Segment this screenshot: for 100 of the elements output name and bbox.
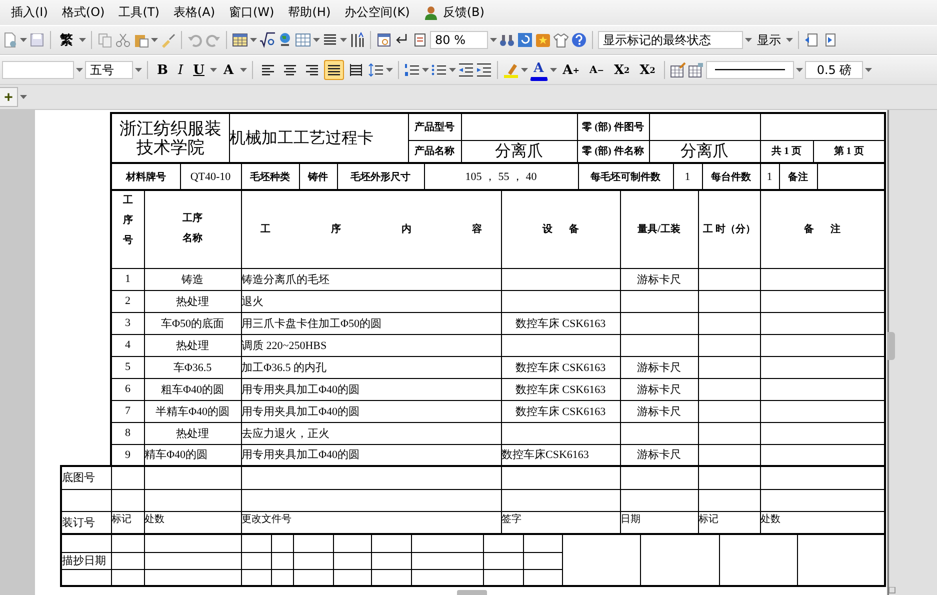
caret-icon[interactable] [210,68,218,72]
caret-icon[interactable] [422,68,429,72]
menu-item[interactable]: 工具(T) [112,4,166,21]
caret-icon[interactable] [448,68,456,72]
markup-view-dropdown[interactable]: 显示标记的最终状态 [598,31,743,49]
help-icon[interactable] [571,32,587,48]
table-cell: 用专用夹具加工Φ40的圆 [241,400,501,422]
menu-item[interactable]: 反馈(B) [416,4,492,21]
shirt-icon[interactable] [553,32,569,48]
menu-item[interactable]: 插入(I) [4,4,55,21]
align-left-icon [262,64,274,76]
formula-icon[interactable] [259,32,275,48]
caret-icon[interactable] [865,68,872,72]
table-erase-icon[interactable] [688,62,704,78]
table-cell: 签字 [501,511,620,534]
paste-icon[interactable] [133,32,149,48]
highlighter-icon[interactable] [502,62,519,78]
menu-item[interactable]: 办公空间(K) [338,4,417,21]
line-spacing-icon[interactable] [368,62,384,78]
page-icon[interactable] [412,32,428,48]
caret-icon[interactable] [520,68,528,72]
table-cell: 底图号 [61,466,111,489]
table-cell: 用专用夹具加工Φ40的圆 [241,444,501,466]
menu-item[interactable]: 帮助(H) [281,4,338,21]
column-header: 设 备 [501,190,620,268]
brush-icon[interactable] [160,32,176,48]
menu-item[interactable]: 格式(O) [54,4,112,21]
table-cell: 粗车Φ40的圆 [144,378,241,400]
show-button[interactable]: 显示 [754,32,784,48]
underline-button[interactable]: U [189,59,208,81]
caret-icon[interactable] [250,38,257,42]
line-style-dropdown[interactable] [706,61,794,79]
table-cell: 退火 [241,290,501,312]
preview-icon[interactable] [376,32,392,48]
column-header: 工 序 内 容 [241,190,501,268]
column-header: 工序号 [111,190,144,268]
grid-icon[interactable] [295,32,311,48]
save-icon[interactable] [29,32,45,48]
menu-item[interactable]: 表格(A) [166,4,222,21]
caret-icon[interactable] [151,38,158,42]
table-cell: 游标卡尺 [620,356,698,378]
caret-icon[interactable] [796,68,804,72]
caret-icon[interactable] [490,38,497,42]
character-spacing-button[interactable]: A [219,59,238,81]
table-cell: 游标卡尺 [620,268,698,290]
caret-icon[interactable] [76,68,83,72]
menu-item[interactable]: 窗口(W) [222,4,282,21]
table-cell: 3 [111,312,144,334]
person-icon [424,4,440,20]
decrease-indent-icon[interactable] [458,62,474,78]
bold-button[interactable]: B [153,59,172,81]
refresh-icon[interactable] [517,32,533,48]
table-cell: 游标卡尺 [620,400,698,422]
font-name-field[interactable] [2,61,74,79]
table-edit-icon[interactable] [670,62,686,78]
add-button[interactable]: + [0,87,18,107]
previous-change-icon[interactable] [804,32,820,48]
justify-button[interactable] [324,60,344,80]
justify-icon [328,64,340,76]
zoom-field[interactable]: 80 % [430,31,488,49]
caret-icon[interactable] [135,68,142,72]
font-color-button[interactable]: A [530,60,548,80]
caret-icon[interactable] [20,38,27,42]
table-cell: 车Φ36.5 [144,356,241,378]
table-cell: 加工Φ36.5 的内孔 [241,356,501,378]
table-cell: 描抄日期 [61,552,111,569]
columns-icon[interactable] [349,32,365,48]
globe-link-icon[interactable] [277,32,293,48]
table-cell: 半精车Φ40的圆 [144,400,241,422]
caret-icon[interactable] [240,68,247,72]
caret-icon[interactable] [340,38,347,42]
numbered-list-icon[interactable] [404,62,420,78]
table-cell: 用三爪卡盘卡住加工Φ50的圆 [241,312,501,334]
caret-icon[interactable] [386,68,393,72]
italic-button[interactable]: I [174,59,188,81]
binoculars-icon[interactable] [499,32,515,48]
column-header: 工序名称 [144,190,241,268]
cut-icon[interactable] [115,32,131,48]
caret-icon[interactable] [313,38,320,42]
caret-icon[interactable] [786,38,793,42]
table-cell: 热处理 [144,290,241,312]
bullet-list-icon[interactable] [430,62,447,78]
caret-icon[interactable] [20,95,27,99]
table-cell: 零 (部) 件图号 [577,113,649,140]
table-cell: 用专用夹具加工Φ40的圆 [241,378,501,400]
caret-icon[interactable] [745,38,752,42]
align-right-icon [306,64,318,76]
table-cell: 更改文件号 [241,511,501,534]
table-cell: 游标卡尺 [620,378,698,400]
caret-icon[interactable] [79,38,86,42]
table-cell: 热处理 [144,334,241,356]
table-icon[interactable] [232,32,248,48]
caret-icon[interactable] [550,68,557,72]
new-document-icon[interactable] [2,32,18,48]
traditional-chinese-button[interactable]: 繁 [56,29,77,51]
distribute-icon [350,64,362,76]
line-weight-field[interactable]: 0.5 磅 [805,61,864,79]
font-size-field[interactable]: 五号 [85,61,133,79]
increase-indent-icon[interactable] [476,62,492,78]
table-cell: 4 [111,334,144,356]
